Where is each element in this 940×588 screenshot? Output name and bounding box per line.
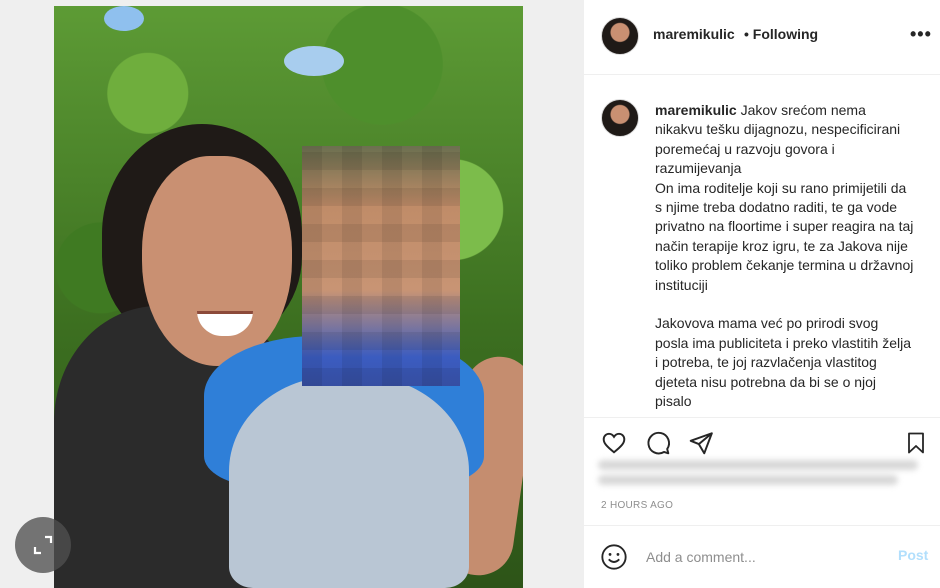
- post-header: maremikulic • Following •••: [584, 0, 940, 75]
- pixelated-face: [302, 146, 460, 386]
- caption-username[interactable]: maremikulic: [655, 102, 737, 118]
- more-options-icon[interactable]: •••: [910, 24, 932, 45]
- likes-summary-blurred: [598, 455, 928, 495]
- post-comment-button[interactable]: Post: [898, 547, 928, 563]
- avatar[interactable]: [601, 17, 639, 55]
- header-username[interactable]: maremikulic: [653, 26, 735, 42]
- post-timestamp[interactable]: 2 HOURS AGO: [601, 500, 673, 511]
- following-status[interactable]: • Following: [744, 26, 818, 42]
- caption-body: Jakov srećom nema nikakvu tešku dijagnoz…: [655, 102, 914, 410]
- expand-icon: [33, 535, 53, 555]
- caption-section: maremikulic Jakov srećom nema nikakvu te…: [584, 75, 940, 417]
- caption-text: maremikulic Jakov srećom nema nikakvu te…: [655, 101, 915, 412]
- post-media: [0, 0, 583, 588]
- expand-button[interactable]: [15, 517, 71, 573]
- post-photo[interactable]: [54, 6, 523, 588]
- caption-avatar[interactable]: [601, 99, 639, 137]
- post-side-panel: maremikulic • Following ••• maremikulic …: [583, 0, 940, 588]
- emoji-icon[interactable]: [600, 543, 628, 576]
- comment-input[interactable]: [644, 544, 878, 570]
- add-comment-bar: Post: [584, 525, 940, 588]
